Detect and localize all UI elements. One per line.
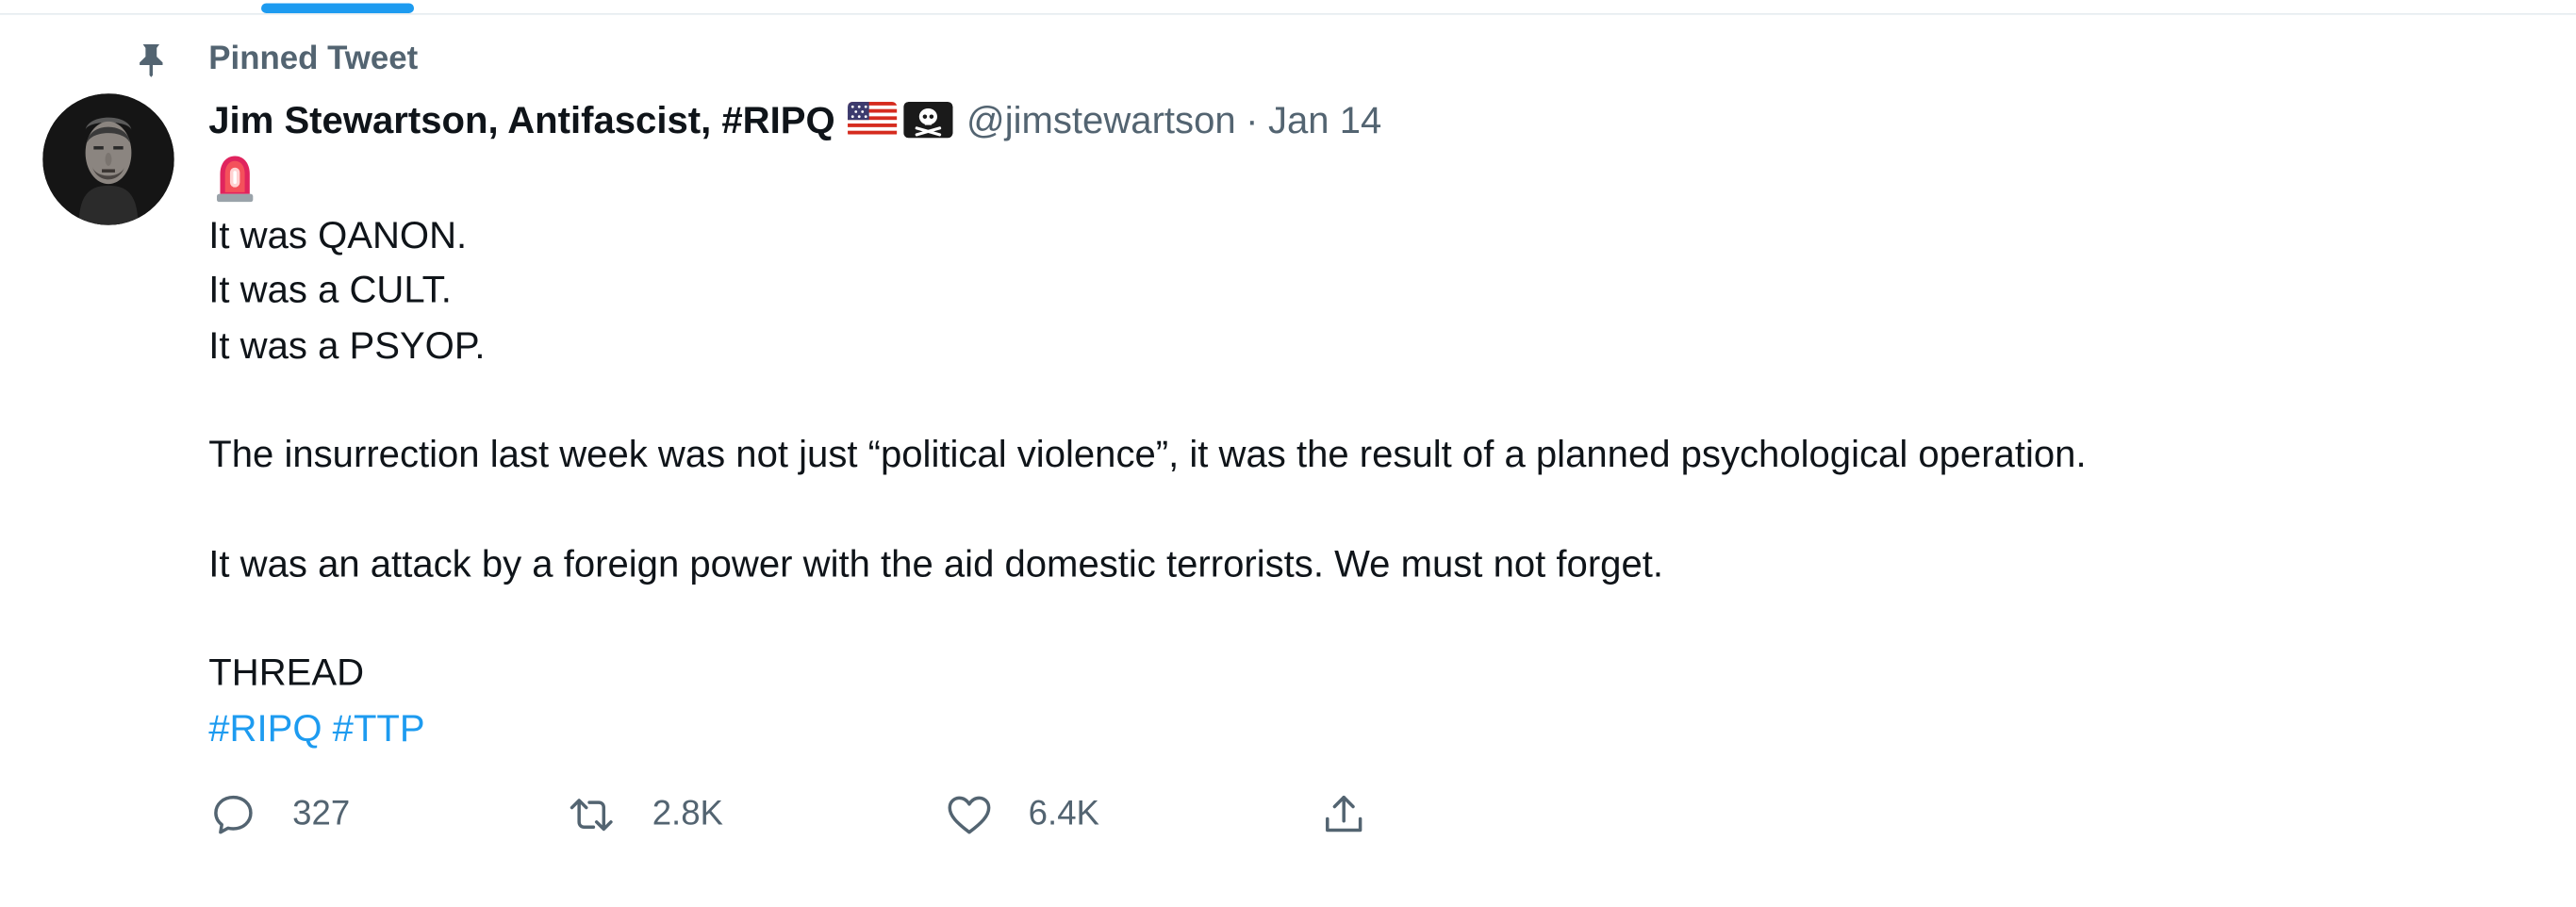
avatar[interactable] (42, 93, 174, 225)
author-display-name[interactable]: Jim Stewartson, Antifascist, #RIPQ (208, 93, 834, 146)
divider (0, 12, 2576, 15)
author-handle[interactable]: @jimstewartson (966, 93, 1236, 146)
tweet-text-line: It was an attack by a foreign power with… (208, 541, 1664, 585)
tweet-actions: 327 2.8K 6.4K (0, 785, 1643, 845)
retweet-icon (570, 799, 613, 832)
hashtag-links[interactable]: #RIPQ #TTP (208, 701, 2541, 755)
tweet-text-line: It was QANON. (208, 213, 468, 256)
active-tab-indicator (261, 3, 415, 13)
skull-crossbones-icon (903, 102, 954, 139)
tweet-text-line: It was a CULT. (208, 268, 452, 311)
like-count: 6.4K (1028, 795, 1099, 833)
tweet-text-line: The insurrection last week was not just … (208, 432, 2087, 475)
us-flag-icon (848, 102, 898, 139)
tweet-text-line: It was a PSYOP. (208, 322, 486, 366)
pinned-tweet-label-row: Pinned Tweet (0, 36, 985, 82)
reply-button[interactable]: 327 (208, 785, 350, 845)
tweet-header: Jim Stewartson, Antifascist, #RIPQ @jims… (208, 93, 1381, 146)
avatar-image (42, 93, 174, 225)
separator-dot: · (1246, 98, 1259, 141)
tweet-text-line (208, 591, 2541, 646)
retweet-button[interactable]: 2.8K (567, 785, 723, 845)
heart-icon (948, 796, 991, 834)
tweet-date[interactable]: Jan 14 (1268, 93, 1381, 146)
share-icon (1326, 795, 1362, 833)
tweet-text-line (208, 482, 2541, 536)
reply-icon (214, 795, 253, 834)
share-button[interactable] (1319, 785, 1368, 845)
tweet-text-line (208, 372, 2541, 427)
tweet-view: Pinned Tweet Jim Stewartson, Antifascist… (0, 0, 2576, 907)
pinned-tweet-label: Pinned Tweet (208, 41, 419, 77)
siren-icon (216, 156, 254, 203)
reply-count: 327 (292, 795, 351, 833)
pin-icon (140, 44, 163, 77)
like-button[interactable]: 6.4K (945, 785, 1099, 845)
retweet-count: 2.8K (652, 795, 723, 833)
tweet-text: It was QANON. It was a CULT. It was a PS… (208, 208, 2541, 755)
tweet-text-line: THREAD (208, 651, 365, 694)
